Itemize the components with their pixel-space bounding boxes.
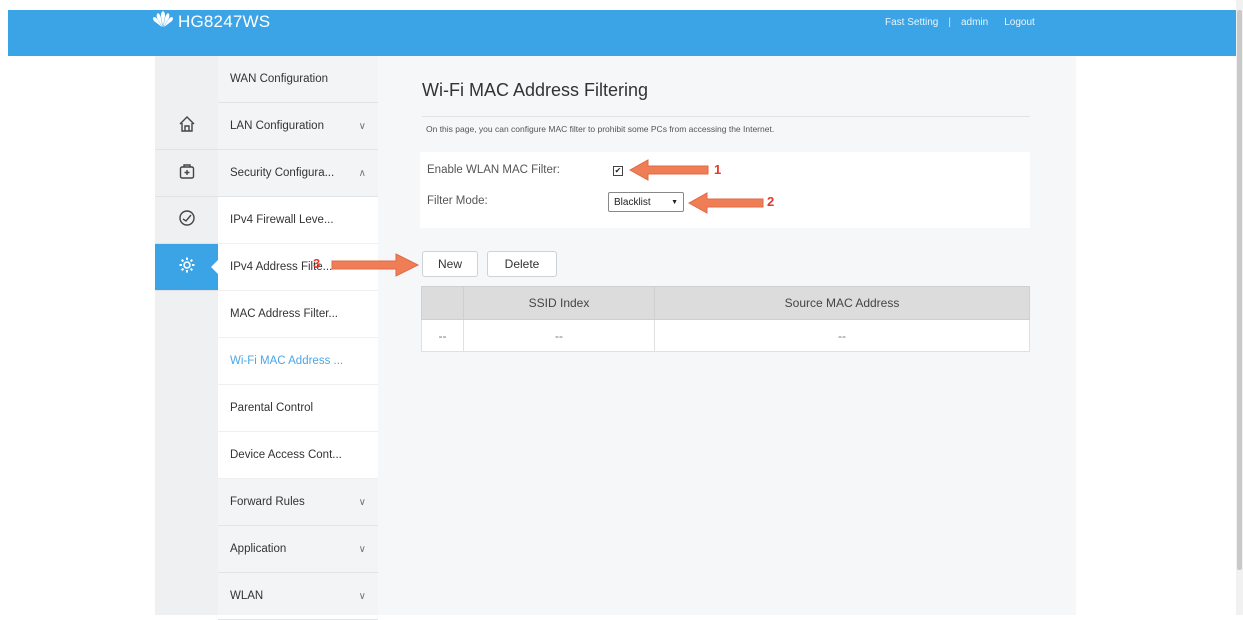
annotation-arrow-3 <box>331 253 420 277</box>
table-cell: -- <box>654 319 1030 352</box>
select-column-header <box>421 286 464 320</box>
nav-label: Forward Rules <box>230 496 305 508</box>
brand-logo: HG8247WS <box>152 10 270 33</box>
filter-mode-select[interactable]: Blacklist ▼ <box>608 192 684 212</box>
nav-application[interactable]: Application ∨ <box>218 526 378 573</box>
nav-label: Device Access Cont... <box>230 449 342 461</box>
source-mac-address-header: Source MAC Address <box>654 286 1030 320</box>
annotation-number-3: 3 <box>313 256 321 271</box>
nav-wlan[interactable]: WLAN ∨ <box>218 573 378 620</box>
nav-label: Application <box>230 543 287 555</box>
advanced-nav-button[interactable] <box>155 244 219 291</box>
table-header-row: SSID Index Source MAC Address <box>421 286 1030 320</box>
nav-lan-configuration[interactable]: LAN Configuration ∨ <box>218 103 378 150</box>
nav-label: Parental Control <box>230 402 314 414</box>
chevron-down-icon: ∨ <box>358 543 366 555</box>
page-scrollbar[interactable] <box>1236 0 1243 615</box>
top-links: Fast Setting | admin Logout <box>885 17 1035 28</box>
scrollbar-thumb[interactable] <box>1237 10 1242 570</box>
filter-mode-label: Filter Mode: <box>427 195 488 207</box>
nav-wan-configuration[interactable]: WAN Configuration <box>218 56 378 103</box>
chevron-down-icon: ∨ <box>358 496 366 508</box>
product-name: HG8247WS <box>178 11 271 31</box>
table-row[interactable]: -- -- -- <box>421 319 1030 352</box>
toolbox-nav-button[interactable] <box>155 150 218 197</box>
ssid-index-header: SSID Index <box>463 286 655 320</box>
nav-wifi-mac-address-filter[interactable]: Wi-Fi MAC Address ... <box>218 338 378 385</box>
new-button[interactable]: New <box>422 251 478 277</box>
nav-ipv4-firewall-level[interactable]: IPv4 Firewall Leve... <box>218 197 378 244</box>
nav-label: WAN Configuration <box>230 73 329 85</box>
admin-link[interactable]: admin <box>961 17 988 28</box>
home-icon <box>178 115 196 138</box>
icon-sidebar <box>155 56 219 615</box>
fast-setting-link[interactable]: Fast Setting <box>885 17 938 28</box>
chevron-down-icon: ∨ <box>358 120 366 132</box>
nav-parental-control[interactable]: Parental Control <box>218 385 378 432</box>
nav-label: WLAN <box>230 590 264 602</box>
page-title: Wi-Fi MAC Address Filtering <box>422 80 649 100</box>
annotation-number-1: 1 <box>714 162 722 177</box>
table-cell: -- <box>421 319 464 352</box>
toolbox-icon <box>178 162 196 185</box>
nav-device-access-control[interactable]: Device Access Cont... <box>218 432 378 479</box>
enable-wlan-mac-filter-label: Enable WLAN MAC Filter: <box>427 164 560 176</box>
title-divider <box>422 116 1030 117</box>
nav-mac-address-filter[interactable]: MAC Address Filter... <box>218 291 378 338</box>
annotation-number-2: 2 <box>767 194 775 209</box>
settings-nav: WAN Configuration LAN Configuration ∨ Se… <box>218 56 378 620</box>
logout-link[interactable]: Logout <box>1004 17 1035 28</box>
filter-mode-value: Blacklist <box>614 196 651 208</box>
huawei-logo-icon <box>152 10 174 33</box>
nav-security-configuration[interactable]: Security Configura... ∧ <box>218 150 378 197</box>
home-nav-button[interactable] <box>155 103 218 150</box>
nav-label: Wi-Fi MAC Address ... <box>230 355 344 367</box>
nav-label: Security Configura... <box>230 167 335 179</box>
table-cell: -- <box>463 319 655 352</box>
gear-icon <box>178 256 196 279</box>
nav-label: MAC Address Filter... <box>230 308 339 320</box>
annotation-arrow-2 <box>687 192 764 214</box>
enable-wlan-mac-filter-checkbox[interactable]: ✔ <box>613 166 623 176</box>
mac-filter-table: SSID Index Source MAC Address -- -- -- <box>421 286 1030 352</box>
diagnose-nav-button[interactable] <box>155 197 218 244</box>
delete-button[interactable]: Delete <box>487 251 557 277</box>
nav-label: LAN Configuration <box>230 120 324 132</box>
page-description: On this page, you can configure MAC filt… <box>426 124 775 134</box>
top-link-separator: | <box>948 17 951 28</box>
chevron-down-icon: ∨ <box>358 590 366 602</box>
nav-forward-rules[interactable]: Forward Rules ∨ <box>218 479 378 526</box>
nav-label: IPv4 Firewall Leve... <box>230 214 334 226</box>
select-arrow-icon: ▼ <box>671 198 678 206</box>
chevron-up-icon: ∧ <box>358 167 366 179</box>
annotation-arrow-1 <box>628 159 709 181</box>
speedometer-icon <box>178 209 196 232</box>
